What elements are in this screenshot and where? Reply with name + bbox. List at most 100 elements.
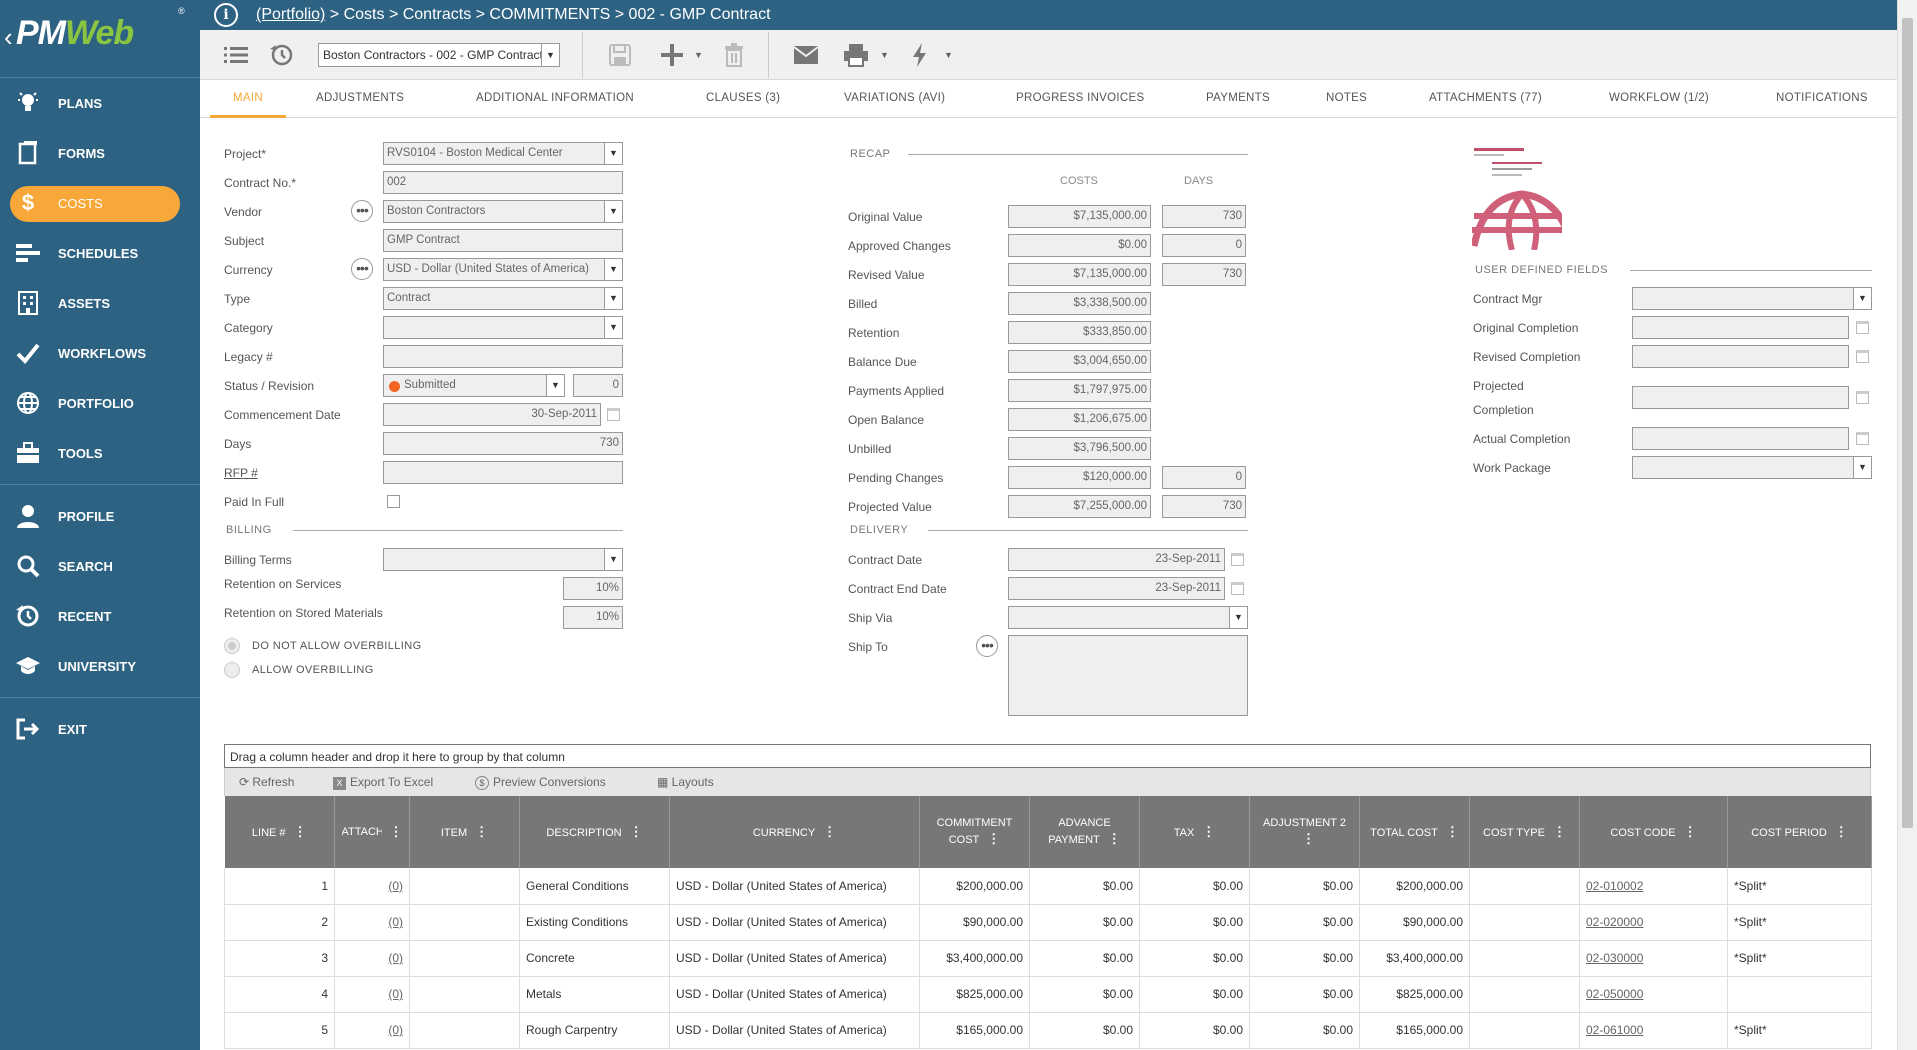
- currency-more-icon[interactable]: •••: [351, 258, 373, 280]
- delete-icon[interactable]: [720, 42, 748, 68]
- column-header-description[interactable]: DESCRIPTION ⋮: [519, 796, 670, 868]
- type-select[interactable]: Contract ▼: [383, 287, 623, 310]
- nav-item-search[interactable]: SEARCH: [0, 541, 200, 591]
- column-menu-icon[interactable]: ⋮: [630, 824, 643, 839]
- back-chevron-icon[interactable]: ‹: [4, 22, 13, 53]
- revision-field[interactable]: 0: [573, 374, 623, 397]
- tab-adjustments[interactable]: ADJUSTMENTS: [316, 80, 404, 118]
- column-header-cost-type[interactable]: COST TYPE ⋮: [1469, 796, 1580, 868]
- column-menu-icon[interactable]: ⋮: [1553, 824, 1566, 839]
- column-menu-icon[interactable]: ⋮: [390, 824, 403, 839]
- nav-item-forms[interactable]: FORMS: [0, 128, 200, 178]
- contract-thumbnail[interactable]: [1470, 146, 1576, 251]
- chevron-down-icon[interactable]: ▼: [1853, 288, 1871, 309]
- calendar-icon[interactable]: [1856, 391, 1869, 404]
- column-header-currency[interactable]: CURRENCY ⋮: [669, 796, 920, 868]
- legacy-field[interactable]: [383, 345, 623, 368]
- add-icon[interactable]: [658, 42, 686, 68]
- contract-end-date-field[interactable]: 23-Sep-2011: [1008, 577, 1225, 600]
- chevron-down-icon[interactable]: ▼: [546, 375, 564, 396]
- cell-code[interactable]: 02-030000: [1579, 940, 1728, 977]
- calendar-icon[interactable]: [1231, 582, 1244, 595]
- nav-item-costs[interactable]: $ COSTS: [0, 178, 200, 228]
- subject-field[interactable]: GMP Contract: [383, 229, 623, 252]
- column-header-cost-code[interactable]: COST CODE ⋮: [1579, 796, 1728, 868]
- chevron-down-icon[interactable]: ▼: [1853, 457, 1871, 478]
- calendar-icon[interactable]: [1856, 321, 1869, 334]
- column-header-advance-payment[interactable]: ADVANCE PAYMENT ⋮: [1029, 796, 1140, 868]
- rfp-link[interactable]: RFP #: [224, 466, 258, 480]
- history-icon[interactable]: [268, 42, 296, 68]
- cell-att[interactable]: (0): [334, 940, 410, 977]
- commencement-date-field[interactable]: 30-Sep-2011: [383, 403, 601, 426]
- tab-progress-invoices[interactable]: PROGRESS INVOICES: [1016, 80, 1144, 118]
- nav-item-assets[interactable]: ASSETS: [0, 278, 200, 328]
- cell-code[interactable]: 02-010002: [1579, 868, 1728, 905]
- calendar-icon[interactable]: [607, 408, 620, 421]
- chevron-down-icon[interactable]: ▼: [604, 201, 622, 222]
- table-row[interactable]: 3 (0) Concrete USD - Dollar (United States …: [224, 940, 1872, 977]
- column-menu-icon[interactable]: ⋮: [1684, 824, 1697, 839]
- breadcrumb-portfolio-link[interactable]: (Portfolio): [256, 6, 325, 23]
- print-icon[interactable]: [842, 42, 870, 68]
- actions-menu-chevron-icon[interactable]: ▼: [944, 50, 953, 60]
- nav-item-exit[interactable]: EXIT: [0, 704, 200, 754]
- cell-code[interactable]: 02-050000: [1579, 976, 1728, 1013]
- column-header-tax[interactable]: TAX ⋮: [1139, 796, 1250, 868]
- calendar-icon[interactable]: [1231, 553, 1244, 566]
- scrollbar-thumb[interactable]: [1902, 18, 1913, 828]
- save-icon[interactable]: [606, 42, 634, 68]
- chevron-down-icon[interactable]: ▼: [604, 259, 622, 280]
- column-menu-icon[interactable]: ⋮: [294, 824, 307, 839]
- vendor-select[interactable]: Boston Contractors ▼: [383, 200, 623, 223]
- preview-conversions-button[interactable]: $ Preview Conversions: [475, 775, 606, 790]
- column-menu-icon[interactable]: ⋮: [1302, 831, 1315, 846]
- chevron-down-icon[interactable]: ▼: [604, 549, 622, 570]
- actual-completion-field[interactable]: [1632, 427, 1849, 450]
- tab-notes[interactable]: NOTES: [1326, 80, 1367, 118]
- add-menu-chevron-icon[interactable]: ▼: [694, 50, 703, 60]
- cell-att[interactable]: (0): [334, 976, 410, 1013]
- retention-services-field[interactable]: 10%: [563, 577, 623, 600]
- status-select[interactable]: Submitted ▼: [383, 374, 565, 397]
- layouts-button[interactable]: ▦ Layouts: [657, 775, 714, 789]
- group-drop-area[interactable]: Drag a column header and drop it here to…: [224, 744, 1871, 768]
- table-row[interactable]: 5 (0) Rough Carpentry USD - Dollar (United …: [224, 1012, 1872, 1049]
- chevron-down-icon[interactable]: ▼: [604, 317, 622, 338]
- cell-att[interactable]: (0): [334, 904, 410, 941]
- column-menu-icon[interactable]: ⋮: [823, 824, 836, 839]
- chevron-down-icon[interactable]: ▼: [541, 44, 559, 66]
- print-menu-chevron-icon[interactable]: ▼: [880, 50, 889, 60]
- currency-select[interactable]: USD - Dollar (United States of America) ▼: [383, 258, 623, 281]
- column-header-line[interactable]: LINE # ⋮: [224, 796, 335, 868]
- revised-completion-field[interactable]: [1632, 345, 1849, 368]
- contract-date-field[interactable]: 23-Sep-2011: [1008, 548, 1225, 571]
- billing-terms-select[interactable]: ▼: [383, 548, 623, 571]
- table-row[interactable]: 2 (0) Existing Conditions USD - Dollar (Uni…: [224, 904, 1872, 941]
- calendar-icon[interactable]: [1856, 432, 1869, 445]
- work-package-select[interactable]: ▼: [1632, 456, 1872, 479]
- column-header-commitment-cost[interactable]: COMMITMENT COST ⋮: [919, 796, 1030, 868]
- calendar-icon[interactable]: [1856, 350, 1869, 363]
- tab-additional-information[interactable]: ADDITIONAL INFORMATION: [476, 80, 634, 118]
- column-menu-icon[interactable]: ⋮: [1108, 831, 1121, 846]
- column-menu-icon[interactable]: ⋮: [1202, 824, 1215, 839]
- tab-payments[interactable]: PAYMENTS: [1206, 80, 1270, 118]
- column-header-adjustment-2[interactable]: ADJUSTMENT 2 ⋮: [1249, 796, 1360, 868]
- refresh-button[interactable]: ⟳ Refresh: [239, 775, 294, 789]
- nav-item-university[interactable]: UNIVERSITY: [0, 641, 200, 691]
- column-header-total-cost[interactable]: TOTAL COST ⋮: [1359, 796, 1470, 868]
- table-row[interactable]: 4 (0) Metals USD - Dollar (United States of…: [224, 976, 1872, 1013]
- tab-attachments-77[interactable]: ATTACHMENTS (77): [1429, 80, 1542, 118]
- column-menu-icon[interactable]: ⋮: [1446, 824, 1459, 839]
- projected-completion-field[interactable]: [1632, 386, 1849, 409]
- vendor-more-icon[interactable]: •••: [351, 200, 373, 222]
- info-icon[interactable]: i: [214, 3, 238, 27]
- tab-workflow-1-2[interactable]: WORKFLOW (1/2): [1609, 80, 1709, 118]
- nav-item-plans[interactable]: PLANS: [0, 78, 200, 128]
- column-header-cost-period[interactable]: COST PERIOD ⋮: [1727, 796, 1872, 868]
- tab-variations-avi[interactable]: VARIATIONS (AVI): [844, 80, 945, 118]
- email-icon[interactable]: [792, 42, 820, 68]
- rfp-field[interactable]: [383, 461, 623, 484]
- lightning-icon[interactable]: [906, 42, 934, 68]
